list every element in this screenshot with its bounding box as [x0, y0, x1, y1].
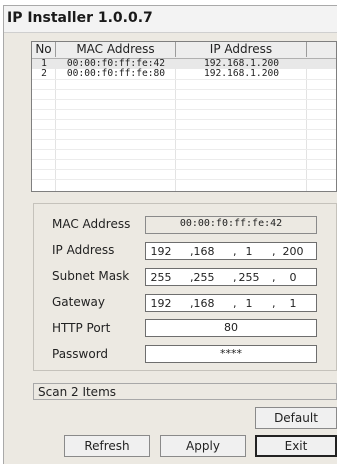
column-header-ip-address[interactable]: IP Address	[176, 42, 307, 57]
apply-button[interactable]: Apply	[160, 435, 246, 457]
device-list[interactable]: No MAC Address IP Address 1 00:00:f0:ff:…	[31, 41, 337, 192]
subnet-octet-3: 255	[238, 271, 260, 284]
gateway-label: Gateway	[52, 295, 106, 309]
ip-octet-2: 168	[193, 245, 215, 258]
status-text: Scan 2 Items	[38, 385, 117, 399]
device-list-rows: 1 00:00:f0:ff:fe:42 192.168.1.200 2 00:0…	[32, 59, 336, 79]
http-port-label: HTTP Port	[52, 321, 111, 335]
ip-separator: ,	[272, 245, 276, 258]
row-no: 2	[41, 68, 47, 79]
password-label: Password	[52, 347, 109, 361]
ip-octet-1: 192	[150, 245, 172, 258]
subnet-octet-4: 0	[289, 271, 297, 284]
ip-address-label: IP Address	[52, 243, 115, 257]
grid-line	[32, 129, 336, 130]
grid-line	[32, 109, 336, 110]
refresh-button[interactable]: Refresh	[64, 435, 150, 457]
row-ip-address: 192.168.1.200	[203, 68, 280, 79]
gateway-octet-2: 168	[193, 297, 215, 310]
column-header-empty	[307, 42, 336, 57]
mac-address-label: MAC Address	[52, 217, 131, 231]
ip-separator: ,	[272, 271, 276, 284]
gateway-octet-4: 1	[289, 297, 297, 310]
grid-line	[32, 79, 336, 80]
grid-line	[32, 179, 336, 180]
password-input[interactable]: ****	[145, 345, 317, 363]
mac-address-field: 00:00:f0:ff:fe:42	[145, 216, 317, 234]
password-value: ****	[220, 347, 242, 360]
http-port-input[interactable]: 80	[145, 319, 317, 337]
title-bar[interactable]: IP Installer 1.0.0.7	[4, 6, 337, 33]
default-button[interactable]: Default	[255, 407, 337, 429]
grid-line	[32, 139, 336, 140]
subnet-mask-field[interactable]: 255 , 255 , 255 , 0	[145, 268, 317, 286]
gateway-field[interactable]: 192 , 168 , 1 , 1	[145, 294, 317, 312]
device-list-header: No MAC Address IP Address	[32, 42, 336, 59]
subnet-octet-1: 255	[150, 271, 172, 284]
subnet-octet-2: 255	[193, 271, 215, 284]
window-title: IP Installer 1.0.0.7	[7, 10, 153, 26]
grid-line	[32, 89, 336, 90]
subnet-mask-label: Subnet Mask	[52, 269, 130, 283]
grid-line	[32, 169, 336, 170]
grid-line	[32, 99, 336, 100]
exit-button[interactable]: Exit	[255, 435, 337, 457]
ip-separator: ,	[272, 297, 276, 310]
column-header-no[interactable]: No	[32, 42, 56, 57]
gateway-octet-1: 192	[150, 297, 172, 310]
grid-line	[32, 119, 336, 120]
mac-address-value: 00:00:f0:ff:fe:42	[179, 218, 283, 229]
status-bar: Scan 2 Items	[33, 383, 337, 400]
table-row[interactable]: 2 00:00:f0:ff:fe:80 192.168.1.200	[32, 69, 336, 79]
ip-octet-4: 200	[282, 245, 304, 258]
ip-octet-3: 1	[245, 245, 253, 258]
http-port-value: 80	[224, 321, 238, 334]
ip-address-field[interactable]: 192 , 168 , 1 , 200	[145, 242, 317, 260]
grid-line	[32, 149, 336, 150]
gateway-octet-3: 1	[245, 297, 253, 310]
column-header-mac-address[interactable]: MAC Address	[56, 42, 176, 57]
grid-line	[32, 159, 336, 160]
row-mac-address: 00:00:f0:ff:fe:80	[66, 68, 166, 79]
